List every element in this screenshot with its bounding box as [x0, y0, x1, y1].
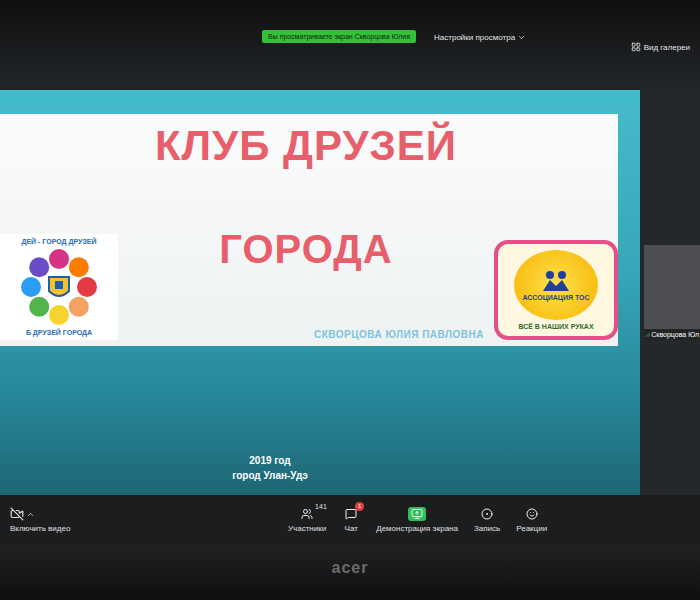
laptop-brand: acer: [332, 559, 369, 577]
chevron-down-icon: [517, 33, 526, 42]
chat-icon: [345, 508, 357, 520]
count-badge: 141: [315, 503, 327, 510]
slide-author: СКВОРЦОВА ЮЛИЯ ПАВЛОВНА: [314, 329, 484, 340]
gallery-view-button[interactable]: Вид галереи: [631, 42, 690, 52]
chevron-up-icon: [26, 510, 35, 519]
title-line: КЛУБ ДРУЗЕЙ: [155, 122, 457, 170]
share-banner: Вы просматриваете экран Скворцова Юлия: [262, 30, 416, 43]
participants-icon: [301, 508, 313, 520]
share-icon: [411, 508, 423, 520]
video-off-icon: [10, 507, 24, 521]
tos-name: АССОЦИАЦИЯ ТОС: [522, 294, 589, 301]
tos-emblem: АССОЦИАЦИЯ ТОС: [514, 250, 598, 320]
grid-icon: [631, 42, 641, 52]
slide-banner: ДЕЙ - ГОРОД ДРУЗЕЙ Б ДРУЗЕЙ ГОРОДА КЛУБ ДР…: [0, 114, 618, 346]
participants-button[interactable]: 141Участники: [288, 507, 326, 533]
toolbar-icon-wrap: [523, 507, 541, 521]
city-friends-logo: ДЕЙ - ГОРОД ДРУЗЕЙ Б ДРУЗЕЙ ГОРОДА: [0, 234, 118, 340]
tos-logo: АССОЦИАЦИЯ ТОС ВСЁ В НАШИХ РУКАХ: [494, 240, 618, 340]
chat-button[interactable]: 1Чат: [342, 507, 360, 533]
top-bar: Вы просматриваете экран Скворцова Юлия На…: [0, 0, 700, 90]
meeting-toolbar: Включить видео 141Участники 1Чат Демонстрац…: [0, 495, 700, 545]
participant-tile[interactable]: Скворцова Юл: [644, 245, 700, 340]
shared-slide: ДЕЙ - ГОРОД ДРУЗЕЙ Б ДРУЗЕЙ ГОРОДА КЛУБ ДР…: [0, 90, 640, 495]
reactions-button[interactable]: Реакции: [516, 507, 547, 533]
slide-footer: 2019 год город Улан-Удэ: [0, 455, 540, 495]
video-button[interactable]: Включить видео: [10, 507, 210, 533]
view-options-button[interactable]: Настройки просмотра: [434, 30, 526, 42]
slide-city: город Улан-Удэ: [232, 470, 308, 481]
people-icon: [542, 270, 570, 292]
toolbar-center: 141Участники 1Чат Демонстрация экрана Запис…: [288, 507, 547, 533]
record-button[interactable]: Запись: [474, 507, 500, 533]
slide-year: 2019 год: [249, 455, 290, 466]
slide-title: КЛУБ ДРУЗЕЙ ГОРОДА СКВОРЦОВА ЮЛИЯ ПАВЛОВНА: [118, 114, 494, 340]
meeting-area: ДЕЙ - ГОРОД ДРУЗЕЙ Б ДРУЗЕЙ ГОРОДА КЛУБ ДР…: [0, 90, 700, 495]
reactions-icon: [526, 508, 538, 520]
city-friends-logo-icon: [19, 247, 99, 327]
toolbar-icon-wrap: [298, 507, 316, 521]
chat-badge: 1: [355, 502, 364, 511]
logo-bottom-text: Б ДРУЗЕЙ ГОРОДА: [26, 329, 92, 336]
participants-strip: Скворцова Юл: [640, 90, 700, 495]
signal-icon: [645, 331, 650, 338]
logo-top-text: ДЕЙ - ГОРОД ДРУЗЕЙ: [21, 238, 96, 245]
share-button[interactable]: Демонстрация экрана: [376, 507, 458, 533]
record-icon: [481, 508, 493, 520]
toolbar-icon-wrap: [408, 507, 426, 521]
zoom-screen: Вы просматриваете экран Скворцова Юлия На…: [0, 0, 700, 600]
participant-name: Скворцова Юл: [644, 329, 700, 340]
toolbar-icon-wrap: [478, 507, 496, 521]
laptop-bezel: acer: [0, 545, 700, 600]
title-line: ГОРОДА: [219, 227, 392, 272]
tos-motto: ВСЁ В НАШИХ РУКАХ: [518, 323, 593, 330]
